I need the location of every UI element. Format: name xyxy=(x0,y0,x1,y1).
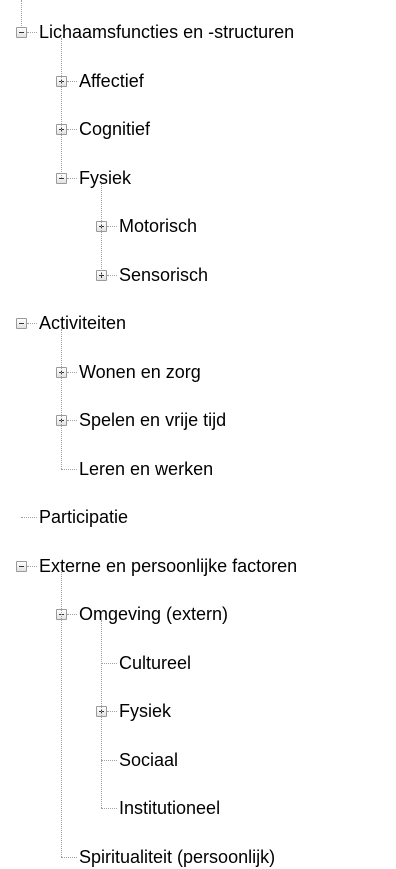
tree-node-label: Institutioneel xyxy=(119,798,221,818)
tree-connector-line xyxy=(67,129,77,130)
tree-connector-line xyxy=(61,38,62,178)
tree-node-fysiek[interactable]: Fysiek xyxy=(117,699,173,723)
tree-connector-line xyxy=(101,662,117,664)
tree-connector-line xyxy=(21,0,22,26)
tree-connector-line xyxy=(27,565,37,567)
tree-node-cultureel[interactable]: Cultureel xyxy=(117,651,193,675)
tree-node-lichaamsfuncties-en-structuren[interactable]: Lichaamsfuncties en -structuren xyxy=(37,20,296,44)
collapse-toggle-icon[interactable] xyxy=(16,560,27,572)
tree-node-spiritualiteit-persoonlijk[interactable]: Spiritualiteit (persoonlijk) xyxy=(77,845,277,869)
tree-connector-line xyxy=(61,571,62,857)
tree-node-label: Fysiek xyxy=(79,167,132,188)
tree-connector-line xyxy=(67,371,77,373)
tree-connector-line xyxy=(101,620,102,808)
tree-connector-line xyxy=(67,614,77,615)
tree-node-spelen-en-vrije-tijd[interactable]: Spelen en vrije tijd xyxy=(77,408,228,432)
tree-node-sociaal[interactable]: Sociaal xyxy=(117,748,180,772)
tree-node-label: Sensorisch xyxy=(119,264,209,285)
collapse-toggle-icon[interactable] xyxy=(16,318,27,329)
collapse-toggle-icon[interactable] xyxy=(16,27,27,38)
tree-node-affectief[interactable]: Affectief xyxy=(77,69,146,93)
tree-connector-line xyxy=(27,32,37,33)
tree-node-sensorisch[interactable]: Sensorisch xyxy=(117,263,210,287)
tree-connector-line xyxy=(101,183,102,275)
tree-node-label: Spiritualiteit (persoonlijk) xyxy=(79,846,276,867)
tree-node-label: Externe en persoonlijke factoren xyxy=(39,555,298,576)
tree-connector-line xyxy=(67,420,77,421)
tree-connector-line xyxy=(27,323,37,324)
tree-node-motorisch[interactable]: Motorisch xyxy=(117,214,199,238)
tree-node-label: Affectief xyxy=(79,70,144,91)
tree-connector-line xyxy=(67,80,77,82)
tree-connector-line xyxy=(61,468,77,470)
tree-node-participatie[interactable]: Participatie xyxy=(37,505,130,529)
tree-node-externe-en-persoonlijke-factoren[interactable]: Externe en persoonlijke factoren xyxy=(37,554,299,578)
tree-node-wonen-en-zorg[interactable]: Wonen en zorg xyxy=(77,360,203,384)
tree-view[interactable]: Lichaamsfuncties en -structuren Affectief… xyxy=(0,0,396,867)
tree-node-label: Activiteiten xyxy=(39,313,127,333)
tree-node-omgeving-extern[interactable]: Omgeving (extern) xyxy=(77,602,230,626)
tree-connector-line xyxy=(101,759,117,761)
tree-connector-line xyxy=(101,808,117,809)
tree-connector-line xyxy=(67,177,77,179)
tree-node-leren-en-werken[interactable]: Leren en werken xyxy=(77,457,215,481)
tree-node-cognitief[interactable]: Cognitief xyxy=(77,117,152,141)
tree-node-label: Spelen en vrije tijd xyxy=(79,410,227,430)
tree-node-label: Motorisch xyxy=(119,216,198,236)
tree-connector-line xyxy=(107,226,117,227)
tree-node-fysiek[interactable]: Fysiek xyxy=(77,166,133,190)
tree-node-label: Cognitief xyxy=(79,119,151,139)
tree-node-label: Wonen en zorg xyxy=(79,361,201,382)
tree-connector-line xyxy=(107,711,117,712)
tree-node-label: Cultureel xyxy=(119,652,192,673)
tree-node-label: Sociaal xyxy=(119,749,179,770)
tree-node-activiteiten[interactable]: Activiteiten xyxy=(37,311,128,335)
tree-node-label: Participatie xyxy=(39,507,129,527)
tree-connector-line xyxy=(61,856,77,858)
tree-node-label: Lichaamsfuncties en -structuren xyxy=(39,22,295,42)
tree-node-institutioneel[interactable]: Institutioneel xyxy=(117,796,222,820)
tree-connector-line xyxy=(107,274,117,276)
tree-node-label: Leren en werken xyxy=(79,458,214,479)
tree-connector-line xyxy=(61,329,62,469)
tree-connector-line xyxy=(21,517,37,518)
tree-node-label: Omgeving (extern) xyxy=(79,604,229,624)
tree-node-label: Fysiek xyxy=(119,701,172,721)
